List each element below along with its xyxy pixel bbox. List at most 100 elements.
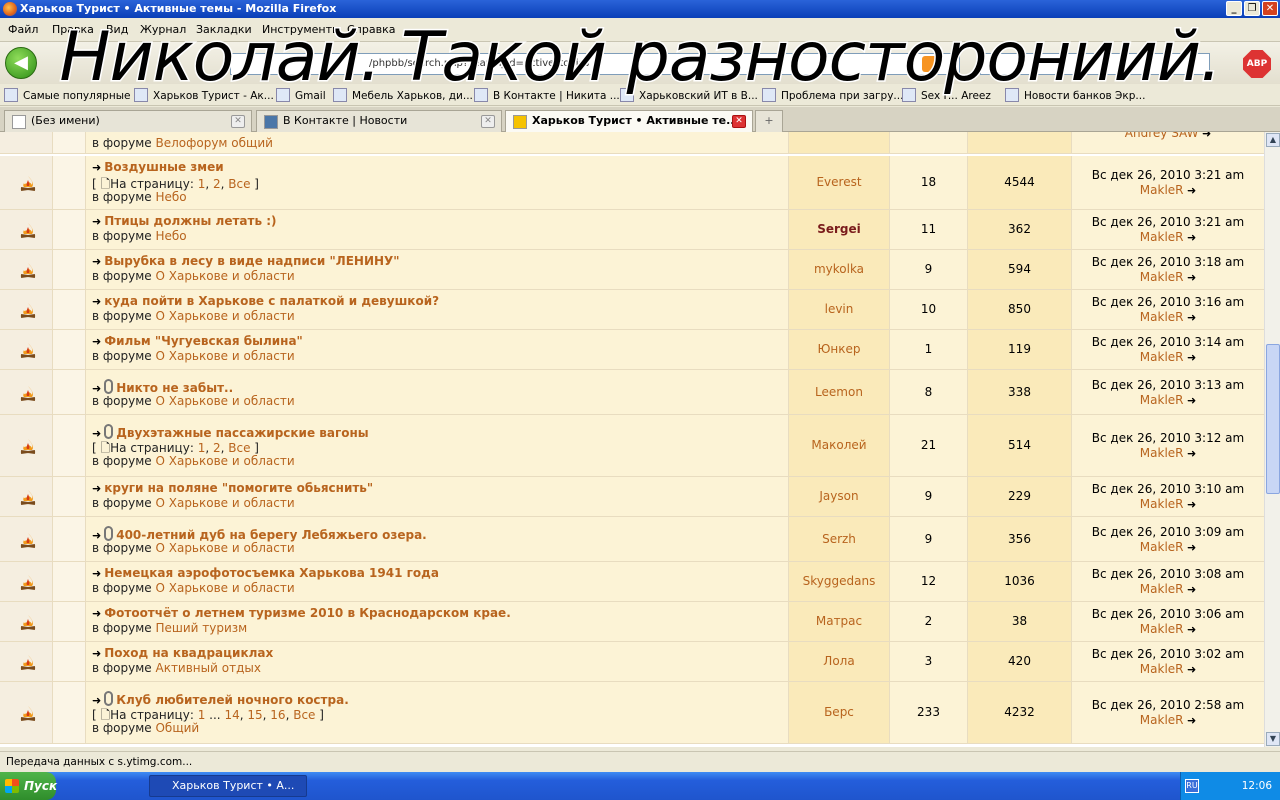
forum-link[interactable]: О Харькове и области	[155, 269, 294, 283]
forum-link[interactable]: Активный отдых	[155, 661, 260, 675]
last-post-goto-icon[interactable]: ➜	[1184, 498, 1196, 511]
last-post-user-name[interactable]: Andrey SAW	[1125, 132, 1199, 140]
topic-link[interactable]: Клуб любителей ночного костра.	[116, 693, 349, 707]
menu-help[interactable]: Справка	[347, 23, 395, 36]
last-post-goto-icon[interactable]: ➜	[1184, 714, 1196, 727]
page-link[interactable]: 16	[270, 708, 285, 722]
scroll-thumb[interactable]	[1266, 344, 1280, 494]
page-link[interactable]: 2	[213, 177, 221, 191]
author-link[interactable]: Serzh	[822, 532, 856, 546]
author-link[interactable]: Skyggedans	[803, 574, 876, 588]
start-button[interactable]: Пуск	[0, 772, 57, 800]
topic-link[interactable]: 400-летний дуб на берегу Лебяжьего озера…	[116, 528, 427, 542]
author-link[interactable]: Лола	[823, 654, 854, 668]
menu-history[interactable]: Журнал	[140, 23, 186, 36]
menu-bookmarks[interactable]: Закладки	[196, 23, 252, 36]
last-post-goto-icon[interactable]: ➜	[1184, 663, 1196, 676]
last-post-goto-icon[interactable]: ➜	[1184, 541, 1196, 554]
author-link[interactable]: Юнкер	[817, 342, 860, 356]
forum-link[interactable]: О Харькове и области	[155, 394, 294, 408]
tab-close-icon[interactable]: ✕	[481, 115, 495, 128]
last-post-goto-icon[interactable]: ➜	[1184, 351, 1196, 364]
author-link[interactable]: Leemon	[815, 385, 863, 399]
topic-link[interactable]: Немецкая аэрофотосъемка Харькова 1941 го…	[104, 566, 439, 580]
goto-newest-icon[interactable]: ➜	[92, 647, 101, 660]
last-post-user-name[interactable]: MakleR	[1140, 183, 1184, 197]
last-post-user-name[interactable]: MakleR	[1140, 582, 1184, 596]
bookmark-item[interactable]: Gmail	[276, 88, 326, 102]
page-link[interactable]: Все	[228, 441, 250, 455]
bookmark-item[interactable]: В Контакте | Никита ...	[474, 88, 620, 102]
author-link[interactable]: Маколей	[811, 438, 866, 452]
bookmark-item[interactable]: Проблема при загру...	[762, 88, 903, 102]
last-post-user-name[interactable]: MakleR	[1140, 540, 1184, 554]
forum-link[interactable]: О Харькове и области	[155, 581, 294, 595]
goto-newest-icon[interactable]: ➜	[92, 335, 101, 348]
forum-link[interactable]: О Харькове и области	[155, 496, 294, 510]
menu-file[interactable]: Файл	[8, 23, 38, 36]
last-post-user-name[interactable]: MakleR	[1140, 713, 1184, 727]
last-post-goto-icon[interactable]: ➜	[1184, 311, 1196, 324]
page-link[interactable]: 14	[224, 708, 239, 722]
topic-link[interactable]: Вырубка в лесу в виде надписи "ЛЕНИНУ"	[104, 254, 399, 268]
goto-newest-icon[interactable]: ➜	[92, 482, 101, 495]
page-link[interactable]: Все	[228, 177, 250, 191]
forum-link[interactable]: О Харькове и области	[155, 541, 294, 555]
last-post-goto-icon[interactable]: ➜	[1184, 271, 1196, 284]
tab-close-icon[interactable]: ✕	[732, 115, 746, 128]
author-link[interactable]: Jayson	[819, 489, 858, 503]
page-link[interactable]: 2	[213, 441, 221, 455]
scroll-down-icon[interactable]: ▼	[1266, 732, 1280, 746]
last-post-user[interactable]: Andrey SAW ➜	[1072, 132, 1264, 140]
forum-link[interactable]: О Харькове и области	[155, 454, 294, 468]
bookmark-item[interactable]: Харьковский ИТ в В...	[620, 88, 758, 102]
page-link[interactable]: 1	[198, 177, 206, 191]
menu-view[interactable]: Вид	[106, 23, 128, 36]
bookmark-item[interactable]: Новости банков Экр...	[1005, 88, 1145, 102]
search-input[interactable]	[980, 53, 1210, 75]
topic-link[interactable]: Фильм "Чугуевская былина"	[104, 334, 303, 348]
minimize-button[interactable]: _	[1226, 1, 1242, 16]
author-link[interactable]: Матрас	[816, 614, 862, 628]
last-post-user-name[interactable]: MakleR	[1140, 230, 1184, 244]
goto-newest-icon[interactable]: ➜	[92, 255, 101, 268]
page-link[interactable]: Все	[293, 708, 315, 722]
forum-link[interactable]: Общий	[155, 721, 199, 735]
bookmark-item[interactable]: Мебель Харьков, ди...	[333, 88, 473, 102]
menu-edit[interactable]: Правка	[52, 23, 94, 36]
new-tab-button[interactable]: +	[755, 110, 783, 132]
last-post-goto-icon[interactable]: ➜	[1184, 623, 1196, 636]
last-post-user-name[interactable]: MakleR	[1140, 446, 1184, 460]
bookmark-item[interactable]: Харьков Турист - Ак...	[134, 88, 274, 102]
topic-link[interactable]: Фотоотчёт о летнем туризме 2010 в Красно…	[104, 606, 511, 620]
topic-link[interactable]: круги на поляне "помогите обьяснить"	[104, 481, 373, 495]
topic-link[interactable]: Воздушные змеи	[104, 160, 223, 174]
last-post-user-name[interactable]: MakleR	[1140, 622, 1184, 636]
topic-link[interactable]: Никто не забыт..	[116, 381, 233, 395]
tab-kharkov-turist[interactable]: Харьков Турист • Активные те... ✕	[505, 110, 753, 132]
goto-newest-icon[interactable]: ➜	[92, 567, 101, 580]
rss-icon[interactable]	[922, 56, 938, 72]
window-titlebar[interactable]: Харьков Турист • Активные темы - Mozilla…	[0, 0, 1280, 18]
restore-button[interactable]: ❐	[1244, 1, 1260, 16]
last-post-user-name[interactable]: MakleR	[1140, 393, 1184, 407]
last-post-goto-icon[interactable]: ➜	[1184, 394, 1196, 407]
language-indicator[interactable]: RU	[1185, 779, 1199, 793]
last-post-user-name[interactable]: MakleR	[1140, 350, 1184, 364]
forum-link[interactable]: Небо	[155, 190, 186, 204]
back-button[interactable]: ◀	[5, 47, 37, 79]
last-post-user-name[interactable]: MakleR	[1140, 310, 1184, 324]
forum-link[interactable]: О Харькове и области	[155, 349, 294, 363]
menu-tools[interactable]: Инструменты	[262, 23, 341, 36]
last-post-goto-icon[interactable]: ➜	[1184, 184, 1196, 197]
last-post-goto-icon[interactable]: ➜	[1184, 231, 1196, 244]
forum-link[interactable]: Небо	[155, 229, 186, 243]
author-link[interactable]: Everest	[816, 175, 861, 189]
vertical-scrollbar[interactable]: ▲ ▼	[1264, 132, 1280, 747]
forum-link[interactable]: Пеший туризм	[155, 621, 247, 635]
last-post-user-name[interactable]: MakleR	[1140, 662, 1184, 676]
bookmark-item[interactable]: Самые популярные	[4, 88, 130, 102]
forum-link[interactable]: Велофорум общий	[155, 136, 272, 150]
tab-close-icon[interactable]: ✕	[231, 115, 245, 128]
forum-link[interactable]: О Харькове и области	[155, 309, 294, 323]
